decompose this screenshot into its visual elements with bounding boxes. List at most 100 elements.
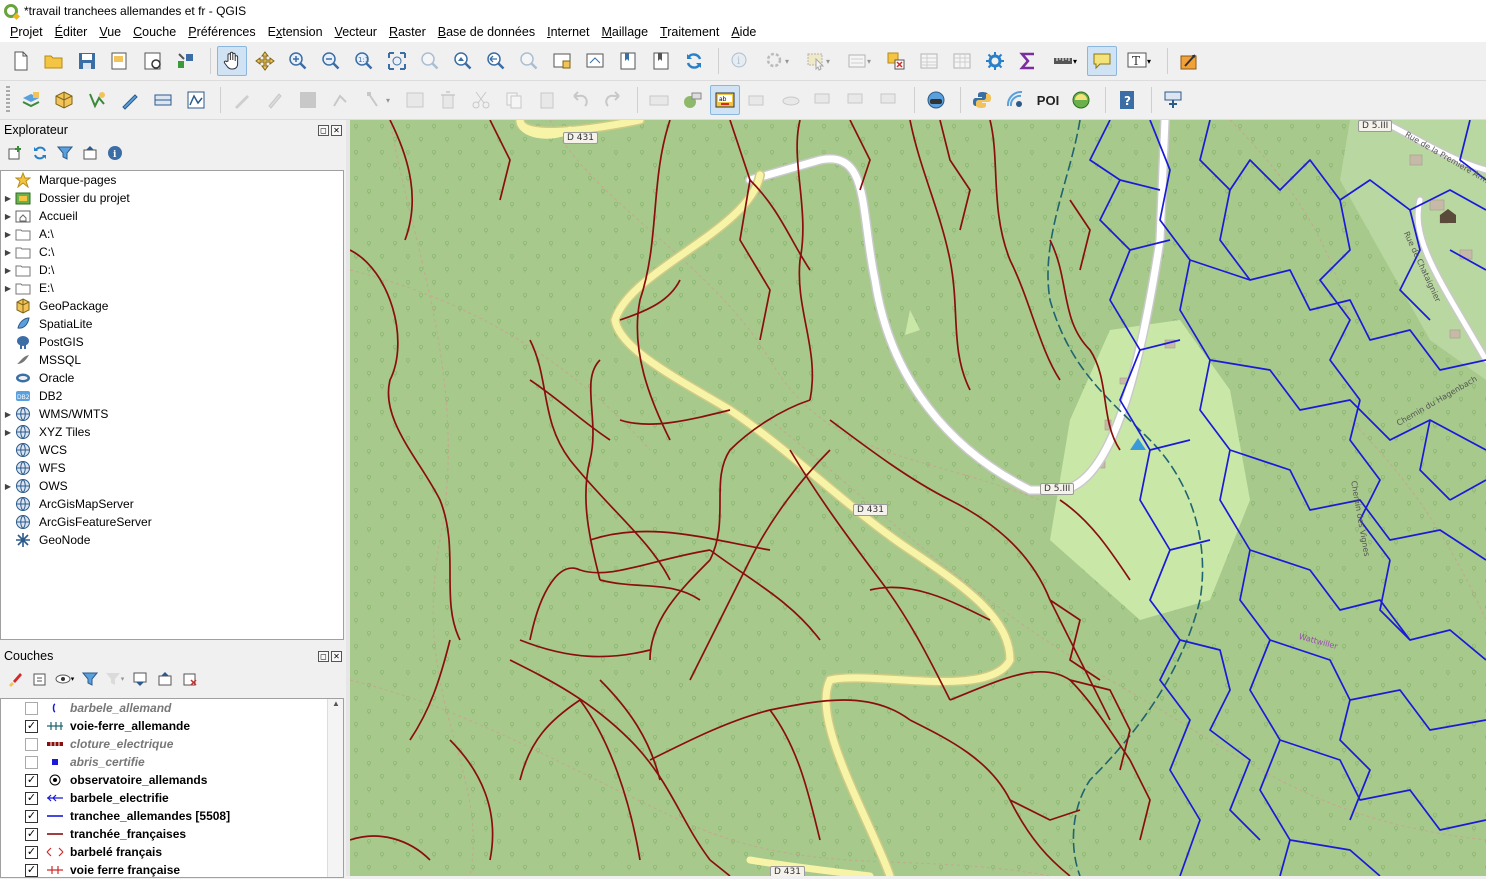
new-shapefile-layer-button[interactable]	[82, 85, 112, 115]
georeferencer-button[interactable]	[1174, 46, 1204, 76]
explorer-item[interactable]: ▶E:\	[1, 279, 343, 297]
expand-arrow-icon[interactable]: ▶	[1, 410, 15, 419]
style-manager-button[interactable]	[171, 46, 201, 76]
zoom-full-button[interactable]	[382, 46, 412, 76]
layer-visibility-checkbox[interactable]: ✓	[25, 810, 38, 823]
toggle-editing-button[interactable]	[260, 85, 290, 115]
explorer-item[interactable]: ArcGisFeatureServer	[1, 513, 343, 531]
layer-scrollbar[interactable]: ▲	[327, 699, 343, 877]
menu-éditer[interactable]: Éditer	[49, 25, 94, 39]
map-svg[interactable]	[350, 120, 1486, 876]
manage-themes-button[interactable]: ▾	[54, 669, 75, 690]
zoom-next-button[interactable]	[514, 46, 544, 76]
toolbar-grip[interactable]	[6, 86, 10, 114]
add-selected-layers-button[interactable]	[4, 143, 25, 164]
wps-client-button[interactable]	[1000, 85, 1030, 115]
temporary-layer-button[interactable]	[181, 85, 211, 115]
modify-attributes-button[interactable]	[400, 85, 430, 115]
save-edits-button[interactable]	[293, 85, 323, 115]
explorer-item[interactable]: SpatiaLite	[1, 315, 343, 333]
menu-maillage[interactable]: Maillage	[595, 25, 654, 39]
remove-layer-button[interactable]	[179, 669, 200, 690]
explorer-item[interactable]: ▶XYZ Tiles	[1, 423, 343, 441]
identify-features-button[interactable]: i	[725, 46, 755, 76]
filter-browser-button[interactable]	[54, 143, 75, 164]
expand-arrow-icon[interactable]: ▶	[1, 266, 15, 275]
layer-item[interactable]: cloture_electrique	[1, 735, 343, 753]
layer-visibility-checkbox[interactable]: ✓	[25, 828, 38, 841]
pan-map-button[interactable]	[217, 46, 247, 76]
expand-arrow-icon[interactable]: ▶	[1, 248, 15, 257]
close-panel-button[interactable]: ✕	[331, 651, 342, 662]
scroll-up-arrow-icon[interactable]: ▲	[328, 699, 344, 713]
layer-item[interactable]: ✓tranchee_allemandes [5508]	[1, 807, 343, 825]
current-edits-button[interactable]	[227, 85, 257, 115]
layer-item[interactable]: abris_certifie	[1, 753, 343, 771]
explorer-item[interactable]: ▶D:\	[1, 261, 343, 279]
cut-features-button[interactable]	[466, 85, 496, 115]
layer-item[interactable]: ✓voie ferre française	[1, 861, 343, 879]
layer-visibility-checkbox[interactable]	[25, 756, 38, 769]
float-panel-button[interactable]: ◻	[318, 125, 329, 136]
explorer-item[interactable]: ▶OWS	[1, 477, 343, 495]
collapse-all-layers-button[interactable]	[154, 669, 175, 690]
properties-widget-button[interactable]: i	[104, 143, 125, 164]
expand-arrow-icon[interactable]: ▶	[1, 194, 15, 203]
toolbox-button[interactable]	[980, 46, 1010, 76]
new-map-view-button[interactable]	[547, 46, 577, 76]
layer-visibility-checkbox[interactable]	[25, 702, 38, 715]
explorer-item[interactable]: ▶Accueil	[1, 207, 343, 225]
street-view-button[interactable]	[921, 85, 951, 115]
explorer-item[interactable]: GeoNode	[1, 531, 343, 549]
text-annotation-button[interactable]: T▾	[1120, 46, 1158, 76]
expand-arrow-icon[interactable]: ▶	[1, 284, 15, 293]
expand-arrow-icon[interactable]: ▶	[1, 230, 15, 239]
zoom-to-selection-button[interactable]	[415, 46, 445, 76]
quickosm-button[interactable]	[1066, 85, 1096, 115]
explorer-item[interactable]: Marque-pages	[1, 171, 343, 189]
explorer-item[interactable]: ▶WMS/WMTS	[1, 405, 343, 423]
select-features-button[interactable]: ▾	[799, 46, 837, 76]
paste-features-button[interactable]	[532, 85, 562, 115]
redo-button[interactable]	[598, 85, 628, 115]
menu-préférences[interactable]: Préférences	[182, 25, 261, 39]
layer-visibility-checkbox[interactable]: ✓	[25, 864, 38, 877]
deselect-all-button[interactable]	[881, 46, 911, 76]
explorer-item[interactable]: GeoPackage	[1, 297, 343, 315]
layer-item[interactable]: ✓tranchée_françaises	[1, 825, 343, 843]
layer-visibility-checkbox[interactable]: ✓	[25, 720, 38, 733]
menu-couche[interactable]: Couche	[127, 25, 182, 39]
map-tips-button[interactable]	[1087, 46, 1117, 76]
rotate-label-button[interactable]	[842, 85, 872, 115]
pan-to-selection-button[interactable]	[250, 46, 280, 76]
layer-item[interactable]: ✓barbelé français	[1, 843, 343, 861]
help-button[interactable]: ?	[1112, 85, 1142, 115]
expand-arrow-icon[interactable]: ▶	[1, 428, 15, 437]
select-by-value-button[interactable]: ▾	[840, 46, 878, 76]
menu-internet[interactable]: Internet	[541, 25, 595, 39]
add-group-button[interactable]	[29, 669, 50, 690]
pin-labels-button[interactable]	[743, 85, 773, 115]
layer-visibility-checkbox[interactable]	[25, 738, 38, 751]
explorer-item[interactable]: MSSQL	[1, 351, 343, 369]
menu-base-de-données[interactable]: Base de données	[432, 25, 541, 39]
move-label-button[interactable]	[809, 85, 839, 115]
digitize-line-button[interactable]	[115, 85, 145, 115]
copy-features-button[interactable]	[499, 85, 529, 115]
statistics-button[interactable]	[1013, 46, 1043, 76]
layer-labeling-button[interactable]	[677, 85, 707, 115]
explorer-item[interactable]: ArcGisMapServer	[1, 495, 343, 513]
measure-button[interactable]: ▾	[1046, 46, 1084, 76]
layer-visibility-checkbox[interactable]: ✓	[25, 846, 38, 859]
virtual-layer-button[interactable]	[148, 85, 178, 115]
zoom-out-button[interactable]	[316, 46, 346, 76]
refresh-explorer-button[interactable]	[29, 143, 50, 164]
expand-arrow-icon[interactable]: ▶	[1, 482, 15, 491]
python-console-button[interactable]	[967, 85, 997, 115]
layer-item[interactable]: ✓barbele_electrifie	[1, 789, 343, 807]
delete-selected-button[interactable]	[433, 85, 463, 115]
layer-visibility-checkbox[interactable]: ✓	[25, 774, 38, 787]
open-project-button[interactable]	[39, 46, 69, 76]
save-project-button[interactable]	[72, 46, 102, 76]
filter-legend-button[interactable]	[79, 669, 100, 690]
